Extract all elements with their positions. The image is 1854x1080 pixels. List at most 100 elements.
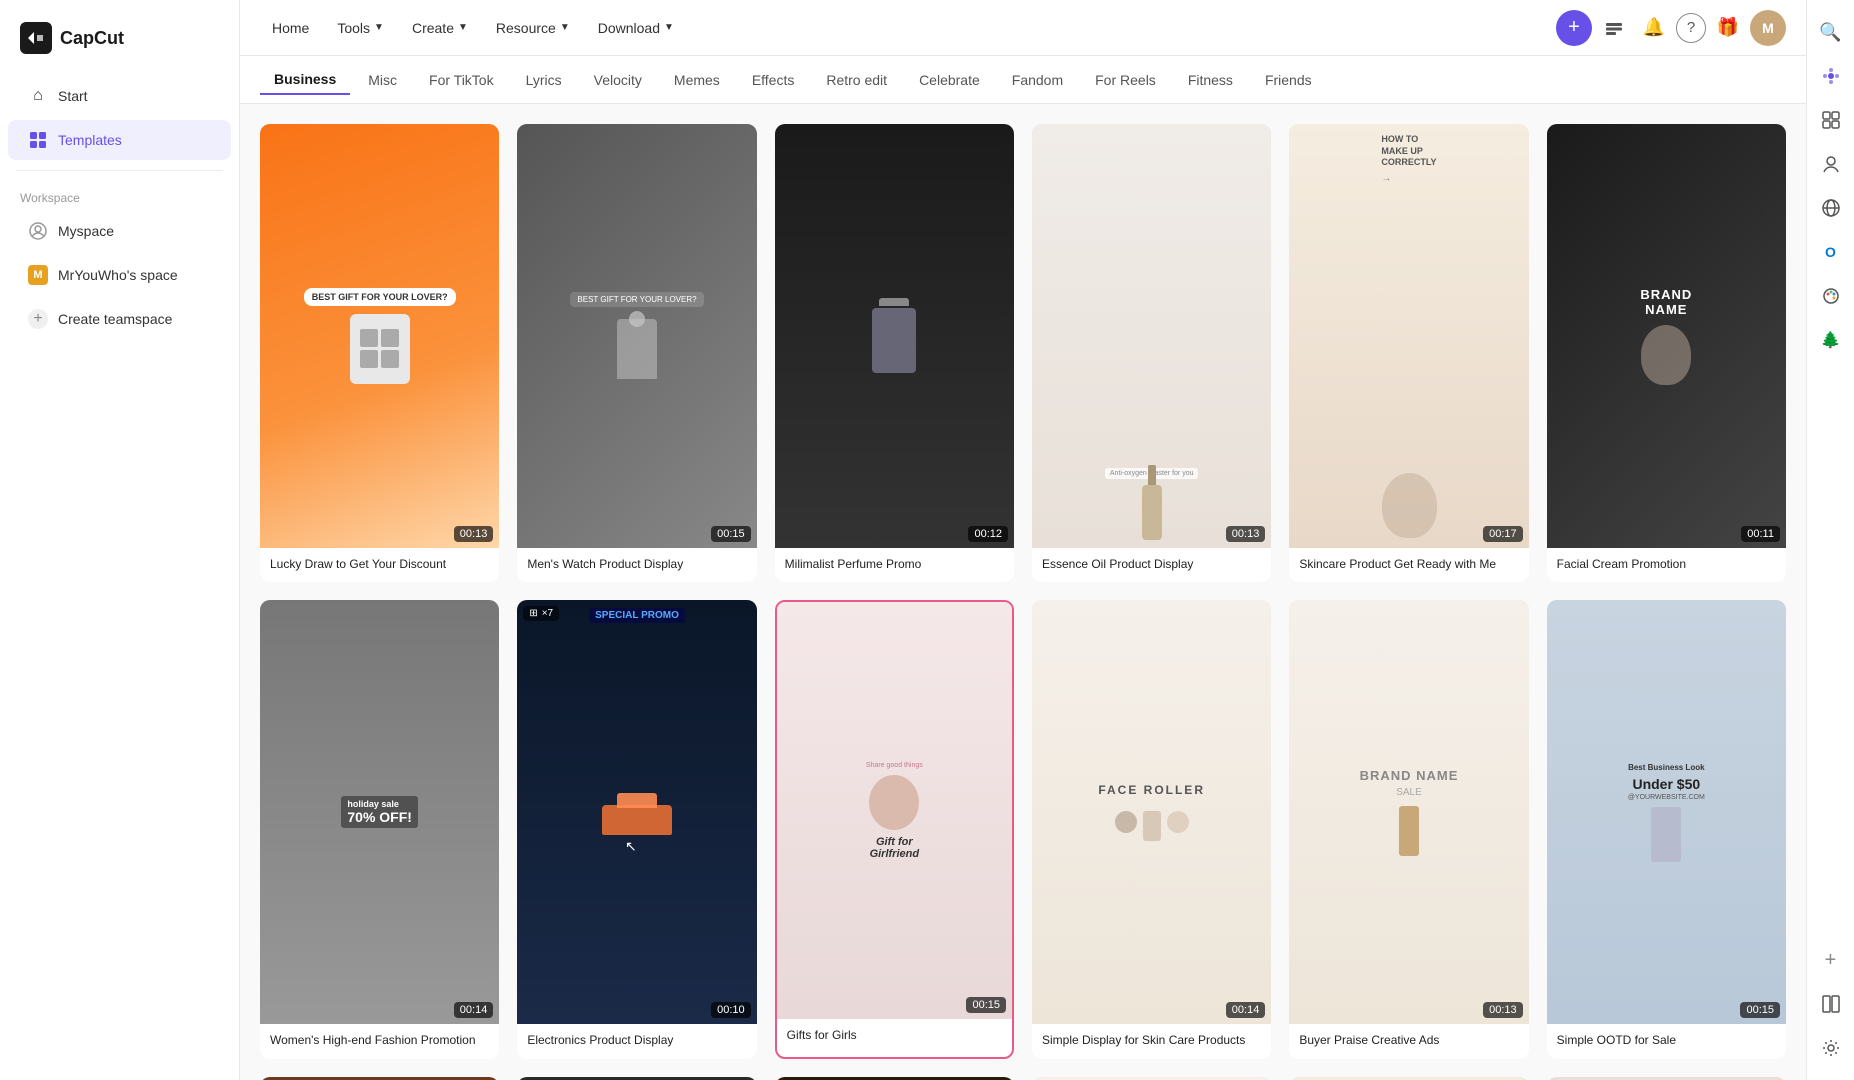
sidebar-item-mryouwho-label: MrYouWho's space (58, 267, 178, 283)
template-name-fashion: Women's High-end Fashion Promotion (260, 1024, 499, 1059)
template-card-skincare[interactable]: HOW TOMAKE UPCORRECTLY → 00:17 Skincare … (1289, 124, 1528, 582)
template-duration-buyer: 00:13 (1483, 1002, 1523, 1018)
cat-tab-reels[interactable]: For Reels (1081, 66, 1170, 94)
rp-globe-icon[interactable] (1811, 188, 1851, 228)
sidebar-create-teamspace[interactable]: + Create teamspace (8, 299, 231, 339)
sidebar-item-templates-label: Templates (58, 132, 122, 148)
cat-tab-fandom[interactable]: Fandom (998, 66, 1077, 94)
template-card-facial[interactable]: BRANDNAME 00:11 Facial Cream Promotion (1547, 124, 1786, 582)
template-card-mens-watch[interactable]: BEST GIFT FOR YOUR LOVER? 00:15 Men's Wa… (517, 124, 756, 582)
mryouwho-avatar: M (28, 265, 48, 285)
download-dropdown-icon: ▼ (664, 22, 674, 33)
resource-dropdown-icon: ▼ (560, 22, 570, 33)
sidebar-item-start-label: Start (58, 88, 88, 104)
nav-notifications-button[interactable]: 🔔 (1636, 10, 1672, 46)
template-duration-gifts: 00:15 (966, 997, 1006, 1013)
template-name-facial: Facial Cream Promotion (1547, 548, 1786, 583)
template-card-fashion[interactable]: holiday sale70% OFF! 00:14 Women's High-… (260, 600, 499, 1058)
template-card-ootd[interactable]: Best Business Look Under $50 @YOURWEBSIT… (1547, 600, 1786, 1058)
main-content: Home Tools ▼ Create ▼ Resource ▼ Downloa… (240, 0, 1806, 1080)
nav-layers-button[interactable] (1596, 10, 1632, 46)
nav-add-button[interactable]: + (1556, 10, 1592, 46)
cat-tab-tiktok[interactable]: For TikTok (415, 66, 508, 94)
sidebar: CapCut ⌂ Start Templates Workspace Myspa… (0, 0, 240, 1080)
template-card-skincare2[interactable]: FACE ROLLER 00:14 Simple Display for Ski… (1032, 600, 1271, 1058)
rp-settings-icon[interactable] (1811, 1028, 1851, 1068)
rp-outlook-icon[interactable]: O (1811, 232, 1851, 272)
template-grid: BEST GIFT FOR YOUR LOVER? (260, 124, 1786, 1080)
cat-tab-friends[interactable]: Friends (1251, 66, 1326, 94)
logo[interactable]: CapCut (0, 12, 239, 74)
sidebar-item-templates[interactable]: Templates (8, 120, 231, 160)
sidebar-item-myspace[interactable]: Myspace (8, 211, 231, 251)
workspace-label: Workspace (0, 179, 239, 209)
logo-text: CapCut (60, 28, 124, 49)
template-name-ootd: Simple OOTD for Sale (1547, 1024, 1786, 1059)
top-navigation: Home Tools ▼ Create ▼ Resource ▼ Downloa… (240, 0, 1806, 56)
templates-icon (28, 130, 48, 150)
cat-tab-celebrate[interactable]: Celebrate (905, 66, 994, 94)
rp-add-icon[interactable]: + (1811, 940, 1851, 980)
nav-download[interactable]: Download ▼ (586, 12, 686, 44)
create-dropdown-icon: ▼ (458, 22, 468, 33)
template-duration-ootd: 00:15 (1740, 1002, 1780, 1018)
rp-effects-icon[interactable] (1811, 56, 1851, 96)
template-name-gifts: Gifts for Girls (777, 1019, 1012, 1054)
template-duration-perfume: 00:12 (968, 526, 1008, 542)
myspace-icon (28, 221, 48, 241)
template-name-essence: Essence Oil Product Display (1032, 548, 1271, 583)
template-duration-essence: 00:13 (1226, 526, 1266, 542)
template-card-perfume[interactable]: 00:12 Milimalist Perfume Promo (775, 124, 1014, 582)
template-name-skincare: Skincare Product Get Ready with Me (1289, 548, 1528, 583)
template-duration-skincare2: 00:14 (1226, 1002, 1266, 1018)
nav-home[interactable]: Home (260, 12, 321, 44)
cat-tab-retro[interactable]: Retro edit (812, 66, 901, 94)
sidebar-item-start[interactable]: ⌂ Start (8, 76, 231, 116)
template-name-lucky: Lucky Draw to Get Your Discount (260, 548, 499, 583)
nav-help-button[interactable]: ? (1676, 13, 1706, 43)
template-duration-lucky: 00:13 (454, 526, 494, 542)
cat-tab-business[interactable]: Business (260, 65, 350, 95)
category-tabs: Business Misc For TikTok Lyrics Velocity… (240, 56, 1806, 104)
cat-tab-misc[interactable]: Misc (354, 66, 411, 94)
template-card-buyer[interactable]: BRAND NAME SALE 00:13 Buyer Praise Creat… (1289, 600, 1528, 1058)
rp-palette-icon[interactable] (1811, 276, 1851, 316)
template-duration-facial: 00:11 (1741, 526, 1780, 542)
cat-tab-memes[interactable]: Memes (660, 66, 734, 94)
sidebar-create-label: Create teamspace (58, 311, 172, 327)
template-name-perfume: Milimalist Perfume Promo (775, 548, 1014, 583)
nav-create[interactable]: Create ▼ (400, 12, 480, 44)
cat-tab-effects[interactable]: Effects (738, 66, 809, 94)
template-duration-watch: 00:15 (711, 526, 751, 542)
tools-dropdown-icon: ▼ (374, 22, 384, 33)
rp-tree-icon[interactable]: 🌲 (1811, 320, 1851, 360)
template-duration-fashion: 00:14 (454, 1002, 494, 1018)
template-card-essence[interactable]: Anti-oxygen master for you 00:13 Essence… (1032, 124, 1271, 582)
sidebar-item-myspace-label: Myspace (58, 223, 114, 239)
template-name-watch: Men's Watch Product Display (517, 548, 756, 583)
capcut-logo-icon (20, 22, 52, 54)
sidebar-item-mryouwho[interactable]: M MrYouWho's space (8, 255, 231, 295)
template-badge-electronics: ⊞×7 (523, 606, 559, 621)
cat-tab-fitness[interactable]: Fitness (1174, 66, 1247, 94)
user-avatar[interactable]: M (1750, 10, 1786, 46)
create-teamspace-icon: + (28, 309, 48, 329)
template-card-electronics[interactable]: SPECIAL PROMO ↖ ⊞×7 (517, 600, 756, 1058)
template-card-gifts[interactable]: Share good things Gift forGirlfriend 00:… (775, 600, 1014, 1058)
template-name-buyer: Buyer Praise Creative Ads (1289, 1024, 1528, 1059)
sidebar-divider (16, 170, 223, 171)
cat-tab-lyrics[interactable]: Lyrics (512, 66, 576, 94)
template-card-lucky-draw[interactable]: BEST GIFT FOR YOUR LOVER? (260, 124, 499, 582)
template-grid-wrapper: BEST GIFT FOR YOUR LOVER? (240, 104, 1806, 1080)
nav-resource[interactable]: Resource ▼ (484, 12, 582, 44)
nav-gift-button[interactable]: 🎁 (1710, 10, 1746, 46)
nav-tools[interactable]: Tools ▼ (325, 12, 396, 44)
rp-search-icon[interactable]: 🔍 (1811, 12, 1851, 52)
rp-user-icon[interactable] (1811, 144, 1851, 184)
template-name-skincare2: Simple Display for Skin Care Products (1032, 1024, 1271, 1059)
right-panel: 🔍 O (1806, 0, 1854, 1080)
template-name-electronics: Electronics Product Display (517, 1024, 756, 1059)
rp-assets-icon[interactable] (1811, 100, 1851, 140)
rp-split-icon[interactable] (1811, 984, 1851, 1024)
cat-tab-velocity[interactable]: Velocity (580, 66, 656, 94)
